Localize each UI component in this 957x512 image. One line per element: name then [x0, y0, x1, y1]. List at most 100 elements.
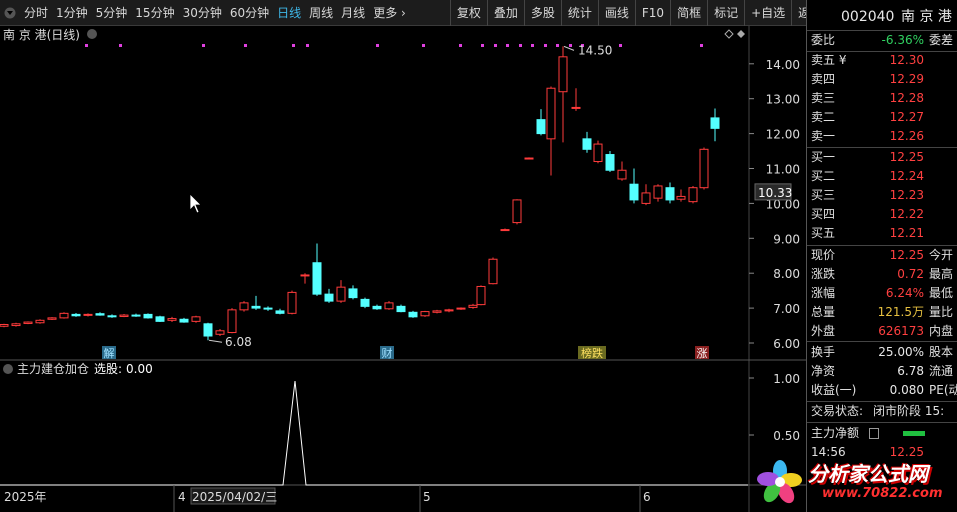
quote-panel: 002040 南 京 港 委比 -6.36% 委差 交易状态: 闭市阶段 15:… [806, 0, 957, 512]
bid-row-label: 买五 [811, 226, 836, 240]
tool-button-1[interactable]: 叠加 [486, 0, 524, 26]
stat-row-extra: 今开 [929, 248, 954, 262]
indicator-line [0, 380, 748, 486]
price-tick-label: 11.00 [766, 163, 800, 177]
price-tick-label: 8.00 [773, 267, 800, 281]
candle-up [47, 317, 57, 320]
tool-button-6[interactable]: 简框 [670, 0, 707, 26]
period-tab-0[interactable]: 分时 [20, 0, 52, 26]
candle-up [336, 286, 346, 302]
candle-down [251, 305, 261, 309]
candle-up [35, 319, 45, 324]
bid-row: 买二 12.24 [807, 167, 957, 186]
tool-button-2[interactable]: 多股 [523, 0, 561, 26]
signal-dot [494, 44, 497, 47]
candle-down [95, 313, 105, 316]
date-label: 2025年 [4, 490, 47, 504]
period-tab-2[interactable]: 5分钟 [92, 0, 132, 26]
signal-dot [569, 44, 572, 47]
candle-up [571, 106, 581, 109]
stat2-row: 换手 25.00% 股本 [807, 343, 957, 362]
candle-up [468, 304, 478, 308]
stat-row: 现价 12.25 今开 [807, 246, 957, 265]
candle-down [360, 298, 370, 307]
signal-dot [292, 44, 295, 47]
candle-up [191, 316, 201, 322]
candle-up [456, 307, 466, 310]
period-tab-3[interactable]: 15分钟 [131, 0, 178, 26]
candle-down [582, 138, 592, 150]
candle-down [665, 187, 675, 201]
candle-down [71, 313, 81, 317]
stat2-row-value: 6.78 [897, 364, 924, 378]
ask-row: 卖五 ¥ 12.30 [807, 51, 957, 70]
stat-row-label: 涨跌 [811, 267, 836, 281]
stat-row-label: 涨幅 [811, 286, 836, 300]
bid-row-label: 买一 [811, 150, 836, 164]
chevron-down-icon[interactable] [87, 29, 97, 39]
tool-button-8[interactable]: +自选 [744, 0, 791, 26]
tool-button-7[interactable]: 标记 [707, 0, 744, 26]
collapse-icon[interactable] [0, 0, 20, 26]
bid-row: 买三 12.23 [807, 186, 957, 205]
period-tab-4[interactable]: 30分钟 [179, 0, 226, 26]
stat-row: 涨幅 6.24% 最低 [807, 284, 957, 303]
period-tab-5[interactable]: 60分钟 [226, 0, 273, 26]
list-icon[interactable] [869, 428, 879, 439]
period-tab-8[interactable]: 月线 [337, 0, 369, 26]
ask-row-label: 卖五 ¥ [811, 53, 847, 67]
period-tab-6[interactable]: 日线 [273, 0, 305, 26]
stat-row: 外盘 626173 内盘 [807, 322, 957, 341]
signal-dot [85, 44, 88, 47]
stat2-row-label: 换手 [811, 345, 836, 359]
stock-name: 南 京 港 [901, 9, 952, 25]
candle-down [605, 154, 615, 171]
select-value: 0.00 [126, 362, 153, 376]
indicator-tick-label: 1.00 [773, 372, 800, 386]
signal-dot [556, 44, 559, 47]
indicator-collapse-icon[interactable] [3, 364, 13, 374]
bid-row-value: 12.24 [889, 169, 924, 183]
low-pointer [208, 339, 223, 343]
price-tick-label: 6.00 [773, 337, 800, 351]
stat2-row-extra: 流通 [929, 364, 954, 378]
price-tick-label: 14.00 [766, 58, 800, 72]
ask-row: 卖四 12.29 [807, 70, 957, 89]
candle-up [653, 185, 663, 199]
candle-up [676, 195, 686, 200]
stat-row: 涨跌 0.72 最高 [807, 265, 957, 284]
candle-down [143, 313, 153, 319]
signal-dot [544, 44, 547, 47]
ask-row-label: 卖四 [811, 72, 836, 86]
stat2-row-label: 收益(一) [811, 383, 857, 397]
tool-button-5[interactable]: F10 [634, 0, 670, 26]
tool-button-3[interactable]: 统计 [560, 0, 598, 26]
indicator-name: 主力建仓加仓 [17, 362, 89, 376]
candle-down [179, 318, 189, 323]
stat-row: 总量 121.5万 量比 [807, 303, 957, 322]
diamond-icon[interactable] [724, 29, 734, 39]
candle-up [432, 310, 442, 313]
diamond-filled-icon[interactable] [737, 30, 745, 38]
ask-row-value: 12.28 [889, 91, 924, 105]
signal-dot [481, 44, 484, 47]
period-tab-9[interactable]: 更多 › [369, 0, 410, 26]
candle-down [408, 311, 418, 318]
chart-area[interactable]: 南 京 港(日线)14.0013.0012.0011.0010.009.008.… [0, 26, 806, 512]
tool-button-4[interactable]: 画线 [597, 0, 635, 26]
period-tab-1[interactable]: 1分钟 [52, 0, 92, 26]
candle-up [0, 324, 9, 327]
candle-up [699, 148, 709, 189]
candle-up [546, 87, 556, 140]
date-label: 5 [423, 490, 431, 504]
net-amount-label: 主力净额 [811, 426, 860, 440]
tool-button-0[interactable]: 复权 [449, 0, 487, 26]
price-tick-label: 7.00 [773, 302, 800, 316]
stat2-row-label: 净资 [811, 364, 836, 378]
watermark-url: www.70822.com [822, 486, 943, 501]
candle-up [500, 229, 510, 232]
period-tab-7[interactable]: 周线 [305, 0, 337, 26]
signal-dot [306, 44, 309, 47]
candle-up [83, 313, 93, 316]
stat-row-extra: 最低 [929, 286, 954, 300]
